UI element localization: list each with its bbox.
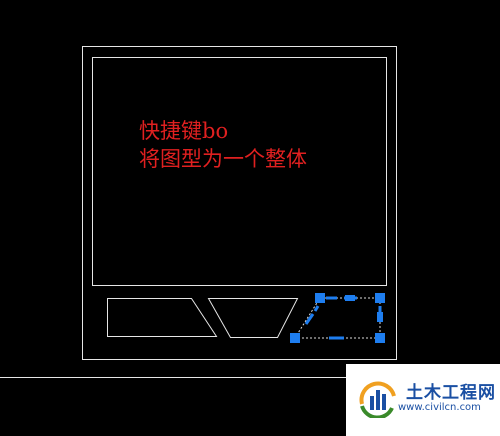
annotation-line-2: 将图型为一个整体: [139, 147, 307, 171]
outer-frame-rectangle[interactable]: [82, 46, 397, 360]
grip-point-top-mid[interactable]: [345, 295, 355, 301]
watermark-title: 土木工程网: [406, 383, 496, 403]
annotation-line-1: 快捷键bo: [139, 119, 229, 143]
grip-point-right-mid[interactable]: [377, 312, 383, 322]
trapezoid-shape[interactable]: [207, 298, 299, 338]
civil-engineering-logo-icon: [359, 381, 396, 418]
grip-point-bottom-left[interactable]: [290, 333, 300, 343]
watermark-url: www.civilcn.com: [398, 402, 481, 413]
selected-polyline[interactable]: [294, 296, 382, 340]
grip-point-top-right[interactable]: [375, 293, 385, 303]
parallelogram-shape[interactable]: [107, 298, 218, 337]
watermark-logo: 土木工程网 www.civilcn.com: [346, 364, 500, 436]
grip-point-bottom-right[interactable]: [375, 333, 385, 343]
grip-point-top-left[interactable]: [315, 293, 325, 303]
